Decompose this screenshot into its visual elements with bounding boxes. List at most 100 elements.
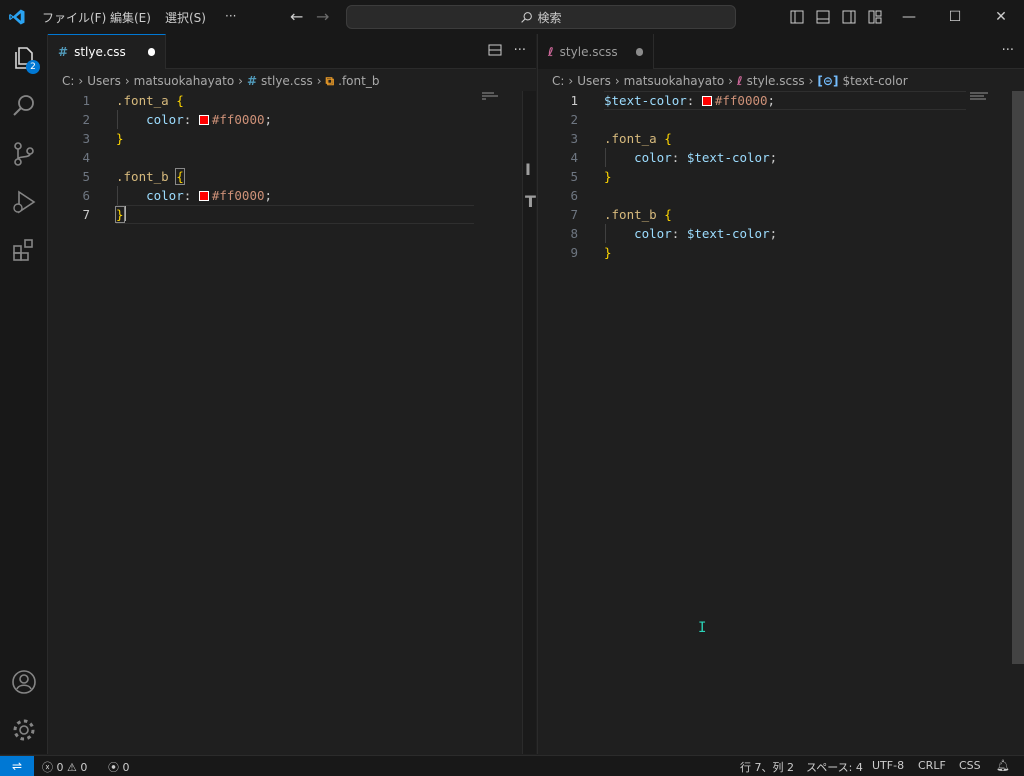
toggle-panel-icon[interactable]	[816, 10, 830, 24]
tab-style-scss[interactable]: ℓ style.scss	[538, 34, 654, 69]
minimize-button[interactable]: —	[898, 6, 920, 28]
customize-layout-icon[interactable]	[868, 10, 882, 24]
editor-group-right: ℓ style.scss ··· C: › Users › matsuokahaya…	[537, 34, 1024, 754]
breadcrumb-file[interactable]: stlye.css	[261, 74, 313, 88]
menu-file[interactable]: ファイル(F)	[42, 9, 106, 26]
end-of-line[interactable]: CRLF	[918, 759, 946, 772]
vscode-logo-icon[interactable]	[8, 8, 26, 26]
breadcrumb-symbol[interactable]: .font_b	[338, 74, 379, 88]
forward-arrow-icon[interactable]: →	[316, 7, 329, 26]
line-number: 5	[570, 169, 578, 184]
tab-label: style.scss	[559, 44, 618, 59]
breadcrumb-file[interactable]: style.scss	[747, 74, 805, 88]
line-number: 8	[570, 226, 578, 241]
line-number: 2	[82, 112, 90, 127]
breadcrumb-user-folder[interactable]: matsuokahayato	[134, 74, 235, 88]
code-line: .font_b {	[116, 168, 185, 185]
close-button[interactable]: ✕	[990, 6, 1012, 28]
ports-indicator[interactable]: ⦿ 0	[108, 759, 130, 775]
breadcrumb-users[interactable]: Users	[577, 74, 611, 88]
breadcrumb-drive[interactable]: C:	[62, 74, 74, 88]
menu-edit[interactable]: 編集(E)	[110, 9, 151, 26]
back-arrow-icon[interactable]: ←	[290, 7, 303, 26]
code-line: }	[604, 245, 612, 260]
bell-icon[interactable]: 🔔︎	[996, 759, 1010, 772]
ports-count: 0	[122, 761, 130, 774]
code-line: color: #ff0000;	[146, 188, 273, 203]
cursor-position[interactable]: 行 7、列 2	[740, 759, 794, 775]
language-mode[interactable]: CSS	[959, 759, 981, 772]
unsaved-dot-icon[interactable]	[635, 47, 643, 56]
current-line-highlight	[116, 205, 474, 224]
menu-more[interactable]: ···	[225, 9, 236, 23]
color-swatch[interactable]	[198, 115, 209, 125]
color-swatch[interactable]	[701, 96, 712, 106]
unsaved-dot-icon[interactable]	[147, 48, 155, 56]
command-center-search[interactable]: 検索	[346, 5, 736, 29]
problems-indicator[interactable]: ⓧ 0 ⚠ 0	[42, 759, 87, 775]
code-line: .font_a {	[604, 131, 672, 146]
line-number: 5	[82, 169, 90, 184]
extensions-icon[interactable]	[10, 236, 38, 264]
line-number: 6	[82, 188, 90, 203]
scrollbar-thumb-right[interactable]	[1012, 91, 1024, 664]
menu-selection[interactable]: 選択(S)	[165, 9, 206, 26]
minimap-left[interactable]	[482, 92, 500, 101]
code-line: }	[115, 206, 126, 223]
split-editor-icon[interactable]	[488, 43, 502, 57]
indentation[interactable]: スペース: 4	[806, 759, 863, 775]
code-line: .font_b {	[604, 207, 672, 222]
breadcrumb-symbol[interactable]: $text-color	[842, 74, 907, 88]
warning-count: 0	[80, 761, 88, 774]
warning-icon: ⚠	[67, 761, 77, 774]
minimap-right[interactable]	[970, 92, 988, 101]
breadcrumb: C: › Users › matsuokahayato › # stlye.css › …	[62, 72, 379, 90]
toggle-secondary-sidebar-icon[interactable]	[842, 10, 856, 24]
line-number: 1	[82, 93, 90, 108]
more-actions-icon[interactable]: ···	[514, 43, 526, 58]
source-control-icon[interactable]	[10, 140, 38, 168]
css-file-icon: #	[58, 45, 69, 59]
more-actions-icon[interactable]: ···	[1002, 43, 1014, 58]
line-number: 7	[570, 207, 578, 222]
line-number: 3	[570, 131, 578, 146]
accounts-icon[interactable]	[10, 668, 38, 696]
broadcast-icon: ⦿	[108, 761, 119, 774]
search-view-icon[interactable]	[10, 92, 38, 120]
line-number-current: 1	[570, 93, 578, 108]
chevron-right-icon: ›	[316, 74, 322, 88]
code-line: $text-color: #ff0000;	[604, 93, 776, 108]
breadcrumb-users[interactable]: Users	[87, 74, 121, 88]
chevron-right-icon: ›	[78, 74, 84, 88]
line-number: 2	[570, 112, 578, 127]
code-line: .font_a {	[116, 93, 184, 108]
remote-window-icon[interactable]: ⇌	[0, 756, 34, 776]
color-swatch[interactable]	[198, 191, 209, 201]
breadcrumb: C: › Users › matsuokahayato › ℓ style.scss ›…	[552, 72, 908, 90]
run-and-debug-icon[interactable]	[10, 188, 38, 216]
maximize-button[interactable]: ☐	[944, 6, 966, 28]
editor-group-left: # stlye.css ··· C: › Users › matsuokahayat…	[48, 34, 536, 754]
chevron-right-icon: ›	[614, 74, 620, 88]
text-cursor	[123, 206, 126, 221]
explorer-badge: 2	[26, 60, 40, 74]
code-line: }	[604, 169, 612, 184]
mouse-ibeam-cursor: I	[698, 620, 707, 636]
encoding[interactable]: UTF-8	[872, 759, 904, 772]
variable-symbol-icon: [⊝]	[817, 74, 839, 88]
activity-bar: 2	[0, 34, 48, 754]
line-number: 3	[82, 131, 90, 146]
settings-gear-icon[interactable]	[10, 716, 38, 744]
breadcrumb-drive[interactable]: C:	[552, 74, 564, 88]
selector-symbol-icon: ⧉	[325, 73, 335, 88]
chevron-right-icon: ›	[728, 74, 733, 88]
tab-actions-left: ···	[488, 43, 526, 58]
tab-stlye-css[interactable]: # stlye.css	[48, 34, 166, 69]
chevron-right-icon: ›	[568, 74, 574, 88]
scss-file-icon: ℓ	[736, 74, 743, 88]
line-number-current: 7	[82, 207, 90, 222]
toggle-primary-sidebar-icon[interactable]	[790, 10, 804, 24]
chevron-right-icon: ›	[808, 74, 814, 88]
breadcrumb-user-folder[interactable]: matsuokahayato	[624, 74, 725, 88]
scss-file-icon: ℓ	[548, 44, 554, 59]
